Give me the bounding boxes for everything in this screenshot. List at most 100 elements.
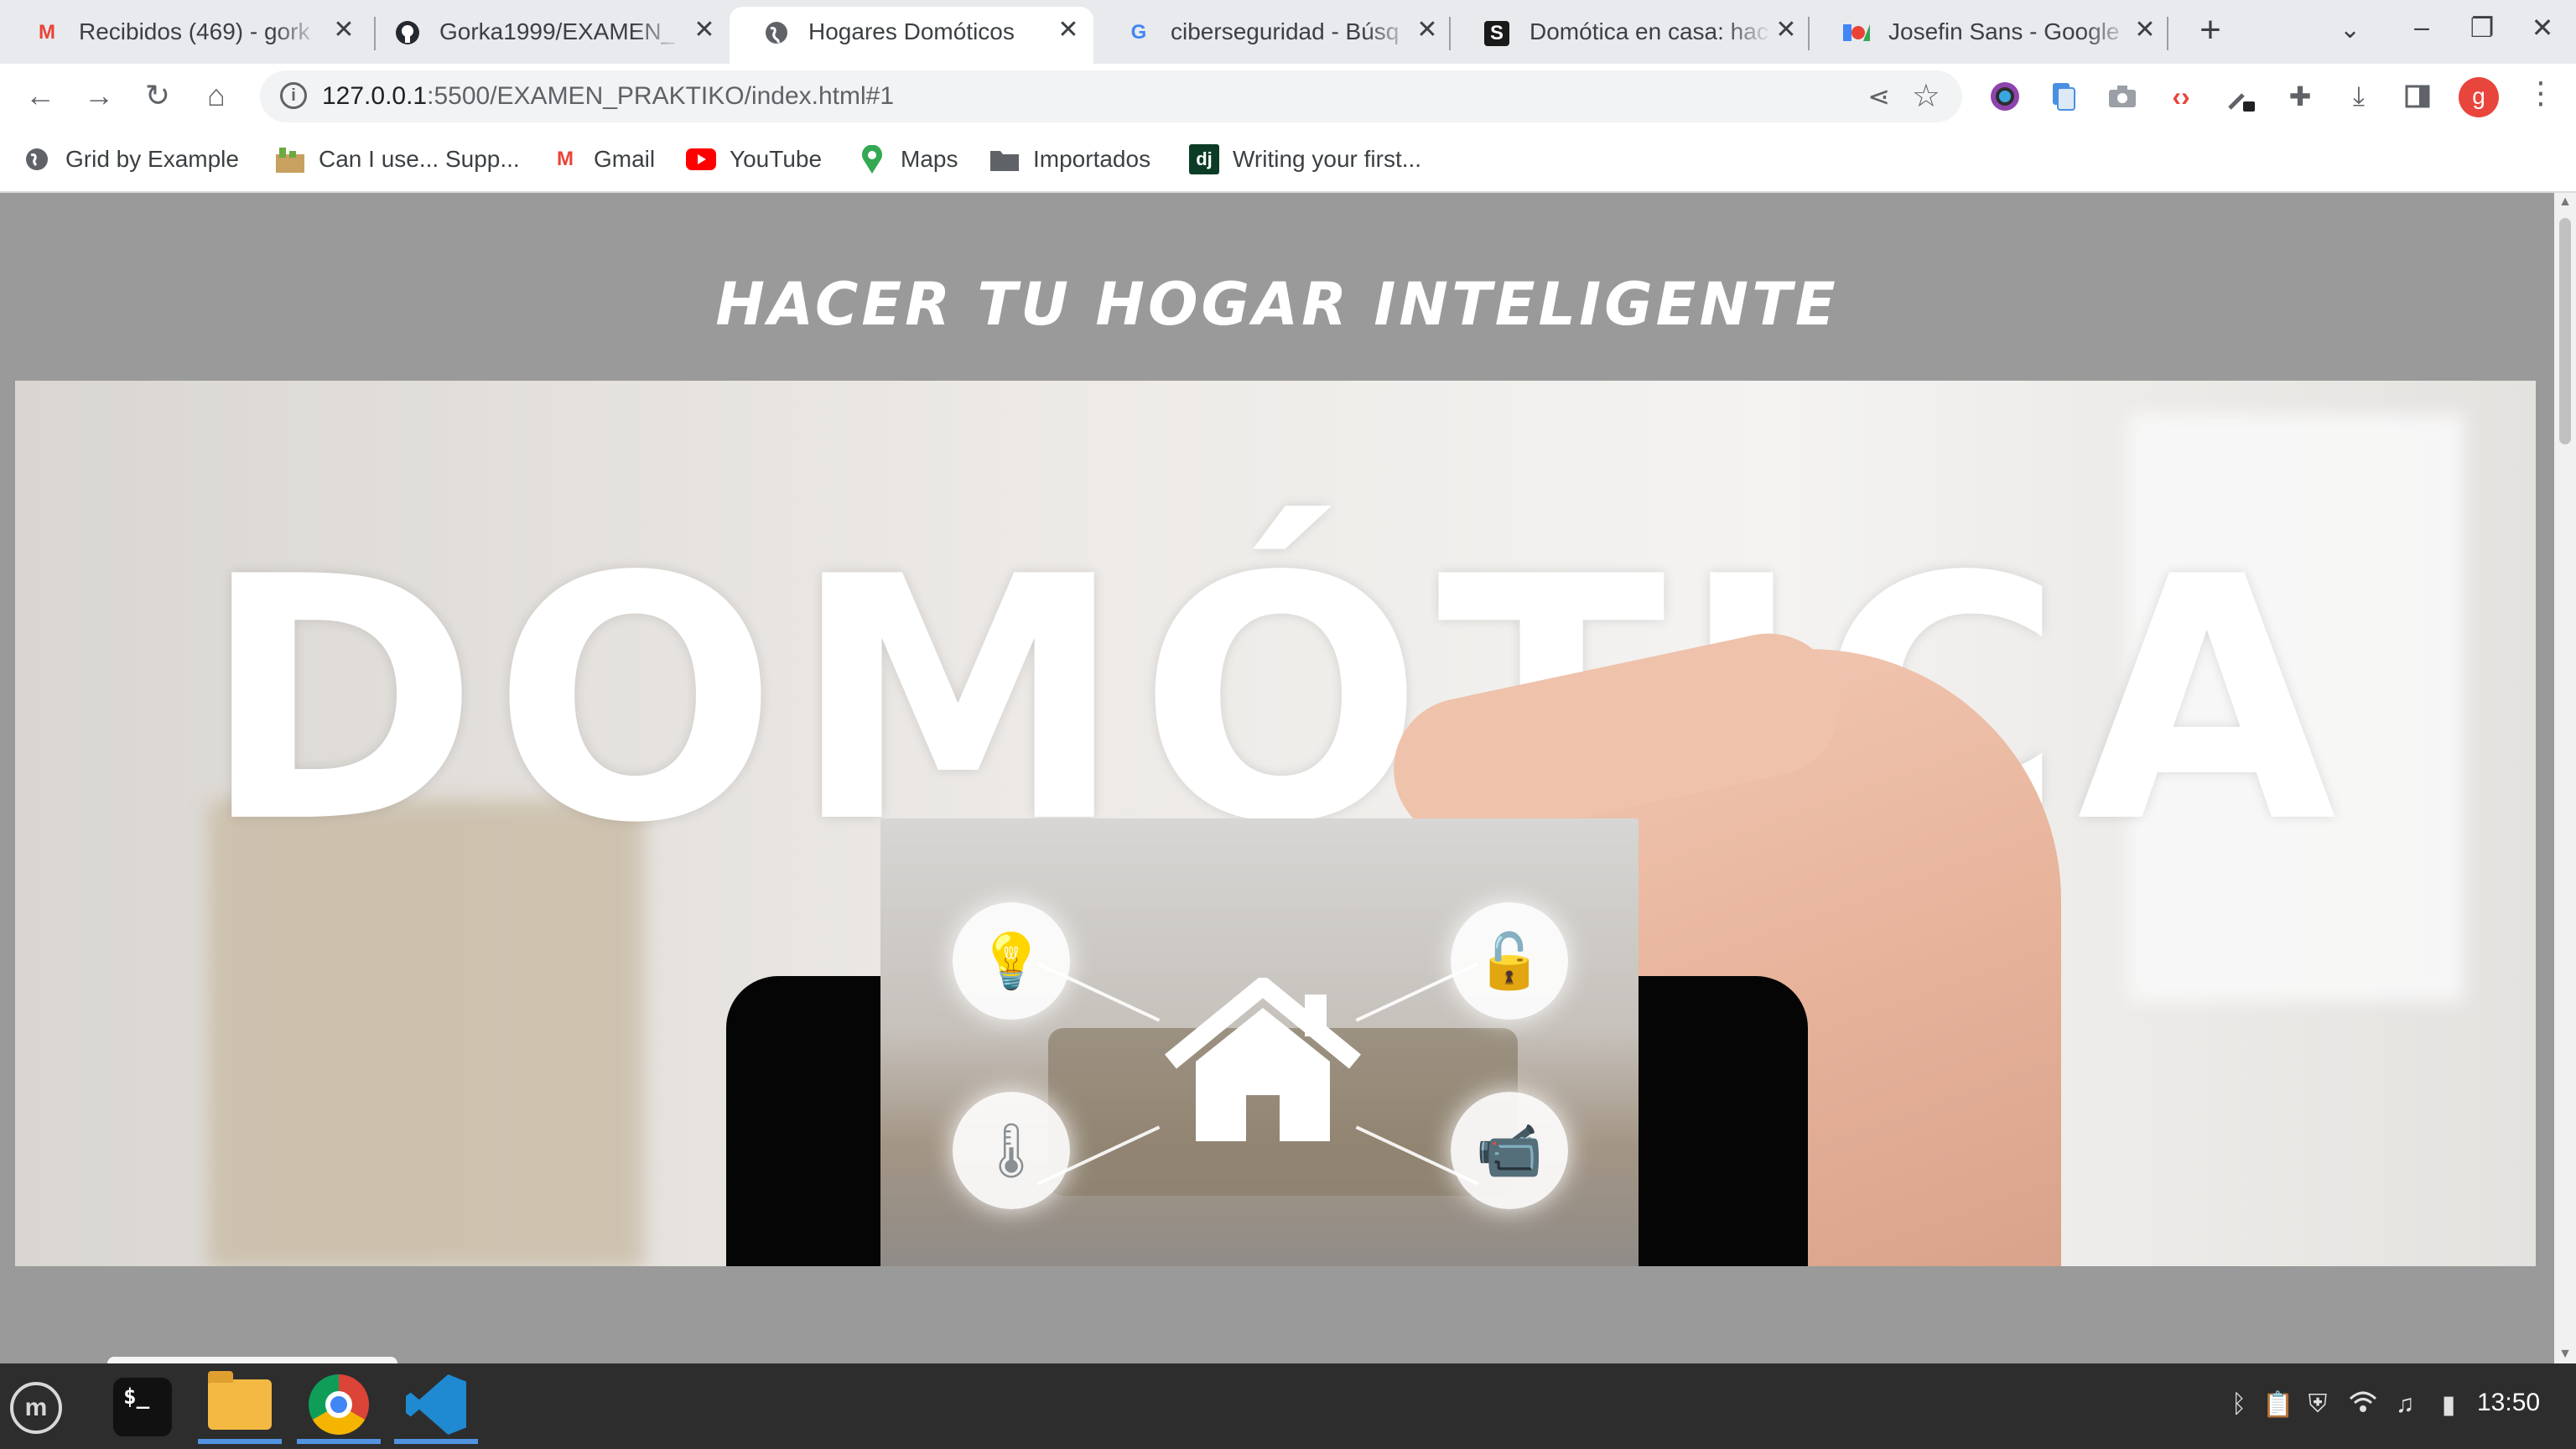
tab-title: Hogares Domóticos [808,18,1015,44]
profile-avatar[interactable]: g [2459,77,2499,117]
globe-icon [22,144,52,174]
house-icon [1165,978,1361,1141]
extensions-puzzle-icon[interactable]: ✚ [2283,79,2318,114]
tab-hogares-domoticos[interactable]: Hogares Domóticos ✕ [730,7,1093,64]
eyedropper-extension-icon[interactable] [2224,79,2259,114]
bookmark-label: Writing your first... [1233,146,1422,172]
tab-title: Gorka1999/EXAMEN_ [439,18,675,44]
tab-gmail[interactable]: M Recibidos (469) - gork ✕ [0,7,369,57]
scrollbar-thumb[interactable] [2559,218,2571,444]
globe-icon [763,21,790,44]
tab-domotica-en-casa[interactable]: S Domótica en casa: hac ✕ [1451,7,1811,57]
copy-extension-icon[interactable] [2046,79,2081,114]
github-icon [394,21,421,44]
unlock-icon: 🔓 [1451,902,1568,1020]
chrome-app[interactable] [297,1370,381,1444]
forward-arrow-icon[interactable]: → [80,77,117,114]
share-icon[interactable]: ⋖ [1867,80,1890,112]
vscode-app[interactable] [394,1370,478,1444]
wifi-icon[interactable] [2348,1390,2378,1420]
scroll-down-icon[interactable]: ▼ [2554,1347,2576,1362]
close-icon[interactable]: ✕ [1053,15,1083,45]
caniuse-icon [275,144,305,174]
bookmark-label: Grid by Example [65,146,239,172]
bookmark-label: Gmail [594,146,656,172]
window-close-icon[interactable]: ✕ [2524,12,2561,44]
terminal-icon: $_ [113,1378,172,1436]
clock[interactable]: 13:50 [2477,1389,2540,1417]
close-icon[interactable]: ✕ [1771,15,1801,45]
phone-screen: 💡 🔓 🌡 📹 [880,818,1639,1266]
home-icon[interactable]: ⌂ [198,77,235,114]
close-icon[interactable]: ✕ [1412,15,1442,45]
browser-tab-strip: M Recibidos (469) - gork ✕ Gorka1999/EXA… [0,0,2576,64]
os-taskbar: m $_ 2 ᛒ 📋 ⛨ ♫ ▮ 13:50 [0,1363,2576,1449]
gmail-icon: M [557,148,574,170]
files-app[interactable]: 2 [198,1370,282,1444]
sound-icon[interactable]: ♫ [2390,1390,2420,1419]
bookmark-grid-by-example[interactable]: Grid by Example [22,141,239,178]
tab-title: Recibidos (469) - gork [79,18,310,44]
folder-icon [989,144,1020,174]
youtube-icon [686,144,716,174]
terminal-app[interactable]: $_ [101,1370,184,1444]
camera-icon[interactable] [2105,79,2140,114]
maps-pin-icon [857,144,887,174]
bookmark-label: Maps [901,146,958,172]
side-panel-icon[interactable] [2400,79,2435,114]
bookmark-label: Importados [1033,146,1151,172]
reload-icon[interactable]: ↻ [139,77,176,114]
address-bar[interactable]: i 127.0.0.1:5500/EXAMEN_PRAKTIKO/index.h… [260,70,1962,122]
bluetooth-icon[interactable]: ᛒ [2224,1390,2254,1419]
security-camera-icon: 📹 [1451,1092,1568,1209]
tab-title: Domótica en casa: hac [1530,18,1768,44]
page-scrollbar[interactable]: ▲ ▼ [2554,193,2576,1363]
tab-title: ciberseguridad - Búsq [1171,18,1400,44]
close-icon[interactable]: ✕ [2130,15,2160,45]
browser-toolbar: ← → ↻ ⌂ i 127.0.0.1:5500/EXAMEN_PRAKTIKO… [0,64,2576,129]
tab-google-search[interactable]: G ciberseguridad - Búsq ✕ [1092,7,1452,57]
google-fonts-icon [1843,21,1870,44]
bookmark-star-icon[interactable]: ☆ [1912,77,1940,115]
bookmark-label: YouTube [730,146,823,172]
close-icon[interactable]: ✕ [329,15,359,45]
google-icon: G [1130,21,1147,44]
django-icon: dj [1189,144,1219,174]
close-icon[interactable]: ✕ [689,15,719,45]
bookmark-maps[interactable]: Maps [857,141,958,178]
bookmark-gmail[interactable]: M Gmail [550,141,655,178]
clipboard-icon[interactable]: 📋 [2262,1390,2293,1420]
download-icon[interactable]: ⤓ [2341,79,2376,114]
bookmark-can-i-use[interactable]: Can I use... Supp... [275,141,520,178]
color-picker-extension-icon[interactable] [1987,79,2023,114]
code-extension-icon[interactable]: ‹› [2163,79,2199,114]
page-title: HACER TU HOGAR INTELIGENTE [715,270,1839,339]
more-menu-icon[interactable]: ⋮ [2526,75,2556,111]
tab-google-fonts[interactable]: Josefin Sans - Google ✕ [1810,7,2170,57]
tab-title: Josefin Sans - Google [1888,18,2120,44]
url-text[interactable]: 127.0.0.1:5500/EXAMEN_PRAKTIKO/index.htm… [322,82,894,111]
minimize-icon[interactable]: – [2403,12,2440,43]
bookmark-writing-your-first[interactable]: dj Writing your first... [1189,141,1421,178]
tab-search-chevron-icon[interactable]: ⌄ [2340,15,2360,44]
bookmark-folder-importados[interactable]: Importados [989,141,1150,178]
new-tab-button[interactable]: + [2190,12,2231,52]
scroll-up-icon[interactable]: ▲ [2554,195,2576,210]
tab-github[interactable]: Gorka1999/EXAMEN_ ✕ [361,7,730,57]
battery-icon[interactable]: ▮ [2433,1390,2464,1420]
vscode-icon [406,1374,466,1435]
bookmark-label: Can I use... Supp... [319,146,520,172]
back-arrow-icon[interactable]: ← [22,77,59,114]
shield-icon[interactable]: ⛨ [2303,1390,2333,1419]
bookmarks-bar: Grid by Example Can I use... Supp... M G… [0,129,2576,193]
lightbulb-icon: 💡 [953,902,1070,1020]
chrome-icon [309,1374,369,1435]
web-page-viewport: HACER TU HOGAR INTELIGENTE DOMÓTICA 💡 🔓 … [0,193,2554,1363]
restore-icon[interactable]: ❐ [2464,12,2501,44]
tab-separator [2167,17,2168,50]
site-info-icon[interactable]: i [280,82,307,109]
hero-image: DOMÓTICA 💡 🔓 🌡 📹 [15,381,2536,1266]
bookmark-youtube[interactable]: YouTube [686,141,822,178]
folder-icon [208,1371,272,1430]
linux-mint-menu-icon[interactable]: m [10,1382,62,1434]
